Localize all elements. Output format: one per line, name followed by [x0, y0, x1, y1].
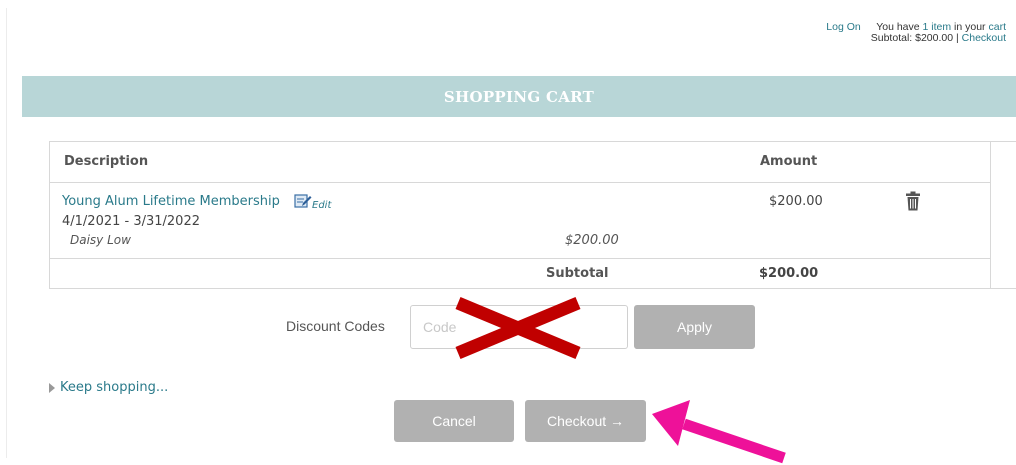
page: Log On You have 1 item in your cart Subt… [0, 0, 1016, 465]
discount-codes-label: Discount Codes [286, 318, 385, 334]
left-divider [6, 8, 7, 458]
keep-shopping-link[interactable]: Keep shopping... [49, 380, 168, 395]
subtotal-text: Subtotal: $200.00 [870, 32, 954, 44]
subtotal-row: Subtotal $200.00 [50, 259, 990, 288]
checkout-button[interactable]: Checkout → [525, 400, 646, 442]
top-checkout-link[interactable]: Checkout [962, 32, 1006, 44]
item-name-link[interactable]: Young Alum Lifetime Membership [62, 194, 280, 209]
column-header-amount: Amount [760, 154, 818, 169]
cart-table-body: Description Amount Young Alum Lifetime M… [50, 142, 991, 288]
item-dates: 4/1/2021 - 3/31/2022 [62, 214, 200, 229]
caret-right-icon [49, 382, 55, 393]
separator-text: | [953, 32, 962, 44]
edit-link[interactable]: Edit [312, 200, 331, 211]
cart-table: Description Amount Young Alum Lifetime M… [49, 141, 1016, 289]
pink-arrow-icon [652, 400, 786, 464]
member-name: Daisy Low [70, 233, 131, 247]
member-amount: $200.00 [565, 233, 619, 248]
page-title: SHOPPING CART [443, 87, 595, 106]
column-header-description: Description [64, 154, 149, 169]
edit-icon[interactable] [294, 193, 312, 209]
cart-summary: You have 1 item in your cart Subtotal: $… [871, 22, 1006, 44]
subtotal-amount: $200.00 [759, 266, 819, 281]
trash-icon[interactable] [905, 191, 921, 211]
table-row: Young Alum Lifetime Membership Edit 4/1/… [50, 183, 990, 259]
subtotal-line: Subtotal: $200.00 | Checkout [871, 33, 1006, 44]
subtotal-label: Subtotal [546, 266, 609, 281]
item-amount: $200.00 [769, 194, 823, 209]
keep-shopping-label: Keep shopping... [60, 380, 169, 395]
cancel-button[interactable]: Cancel [394, 400, 514, 442]
log-on-link[interactable]: Log On [826, 22, 860, 44]
table-header-row: Description Amount [50, 142, 990, 183]
account-bar: Log On You have 1 item in your cart Subt… [826, 22, 1006, 44]
apply-button[interactable]: Apply [634, 305, 755, 349]
shopping-cart-header: SHOPPING CART [22, 76, 1016, 117]
discount-code-input[interactable] [410, 305, 628, 349]
